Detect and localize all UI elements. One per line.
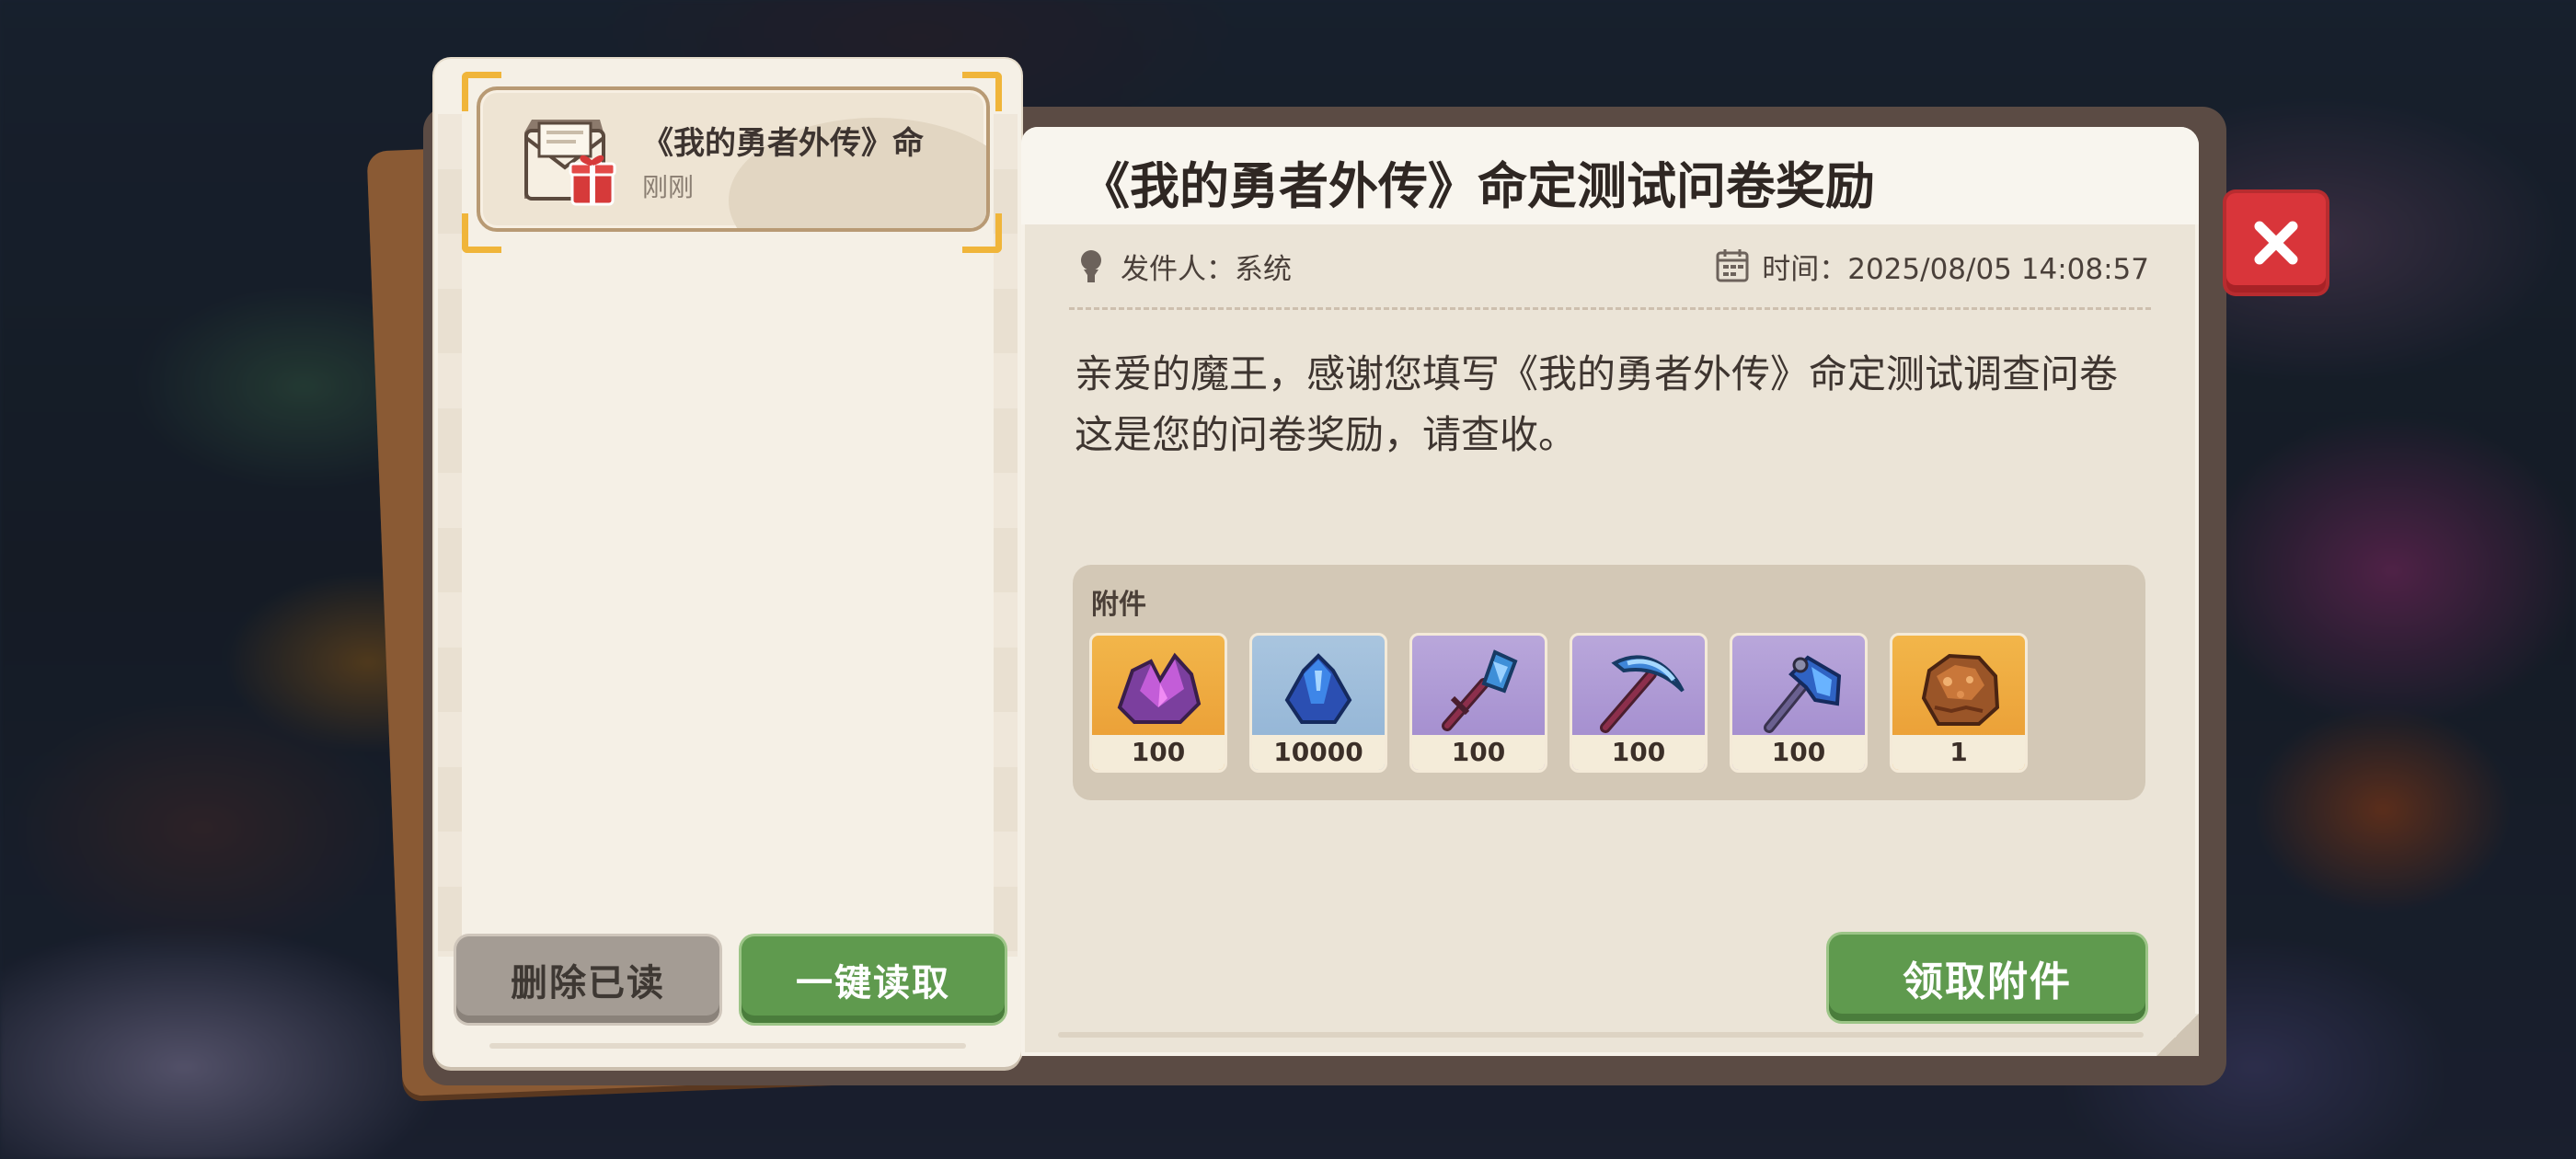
time-row: 时间：2025/08/05 14:08:57 <box>1716 243 2149 289</box>
attachment-item[interactable]: 10000 <box>1249 633 1387 773</box>
time-text: 时间：2025/08/05 14:08:57 <box>1762 252 2149 286</box>
attachment-item[interactable]: 100 <box>1570 633 1708 773</box>
attachment-quantity: 100 <box>1732 735 1865 770</box>
close-button[interactable] <box>2226 193 2326 293</box>
attachment-quantity: 10000 <box>1252 735 1385 770</box>
pickaxe-icon <box>1600 655 1685 733</box>
mail-item-time: 刚刚 <box>642 172 695 202</box>
sender-avatar-icon <box>1081 250 1101 282</box>
blue-gem-icon <box>1284 653 1352 724</box>
attachment-item[interactable]: 100 <box>1730 633 1868 773</box>
claim-attachments-button[interactable]: 领取附件 <box>1829 935 2145 1021</box>
attachment-quantity: 1 <box>1892 735 2025 770</box>
purple-crystal-icon <box>1117 652 1202 724</box>
mail-title: 《我的勇者外传》命定测试问卷奖励 <box>1080 157 1875 215</box>
read-all-button[interactable]: 一键读取 <box>742 936 1005 1023</box>
ore-chunk-icon <box>1921 653 2000 726</box>
mail-gift-icon <box>524 120 616 206</box>
attachment-quantity: 100 <box>1572 735 1705 770</box>
attachment-quantity: 100 <box>1092 735 1225 770</box>
shovel-icon <box>1442 649 1518 731</box>
attachments-label: 附件 <box>1091 589 1146 621</box>
detail-footer-decoration <box>1058 1032 2144 1038</box>
attachment-item[interactable]: 100 <box>1409 633 1547 773</box>
attachment-item[interactable]: 1 <box>1890 633 2028 773</box>
axe-icon <box>1764 655 1842 733</box>
sender-text: 发件人：系统 <box>1121 252 1292 286</box>
mail-list-item-selected[interactable]: 《我的勇者外传》命 刚刚 <box>477 86 990 232</box>
attachment-item[interactable]: 100 <box>1089 633 1227 773</box>
calendar-icon <box>1716 249 1749 282</box>
close-icon <box>2254 221 2298 265</box>
meta-divider <box>1069 307 2151 310</box>
list-bottom-decoration <box>489 1043 966 1049</box>
attachments-box: 附件 100 10000 100 100 100 1 <box>1073 565 2145 800</box>
mail-detail-panel: 《我的勇者外传》命定测试问卷奖励 发件人：系统 时间：2025/08/05 14… <box>1021 127 2199 1056</box>
mail-body: 亲爱的魔王，感谢您填写《我的勇者外传》命定测试调查问卷 这是您的问卷奖励，请查收… <box>1075 351 2119 457</box>
attachment-quantity: 100 <box>1412 735 1545 770</box>
sender-row: 发件人：系统 <box>1075 243 1292 289</box>
mail-list-panel: 《我的勇者外传》命 刚刚 删除已读 一键读取 <box>434 59 1021 1067</box>
list-border-decoration <box>438 114 462 957</box>
mail-item-title: 《我的勇者外传》命 <box>642 125 924 160</box>
delete-read-button[interactable]: 删除已读 <box>456 936 719 1023</box>
page-fold-corner <box>2156 1014 2199 1056</box>
